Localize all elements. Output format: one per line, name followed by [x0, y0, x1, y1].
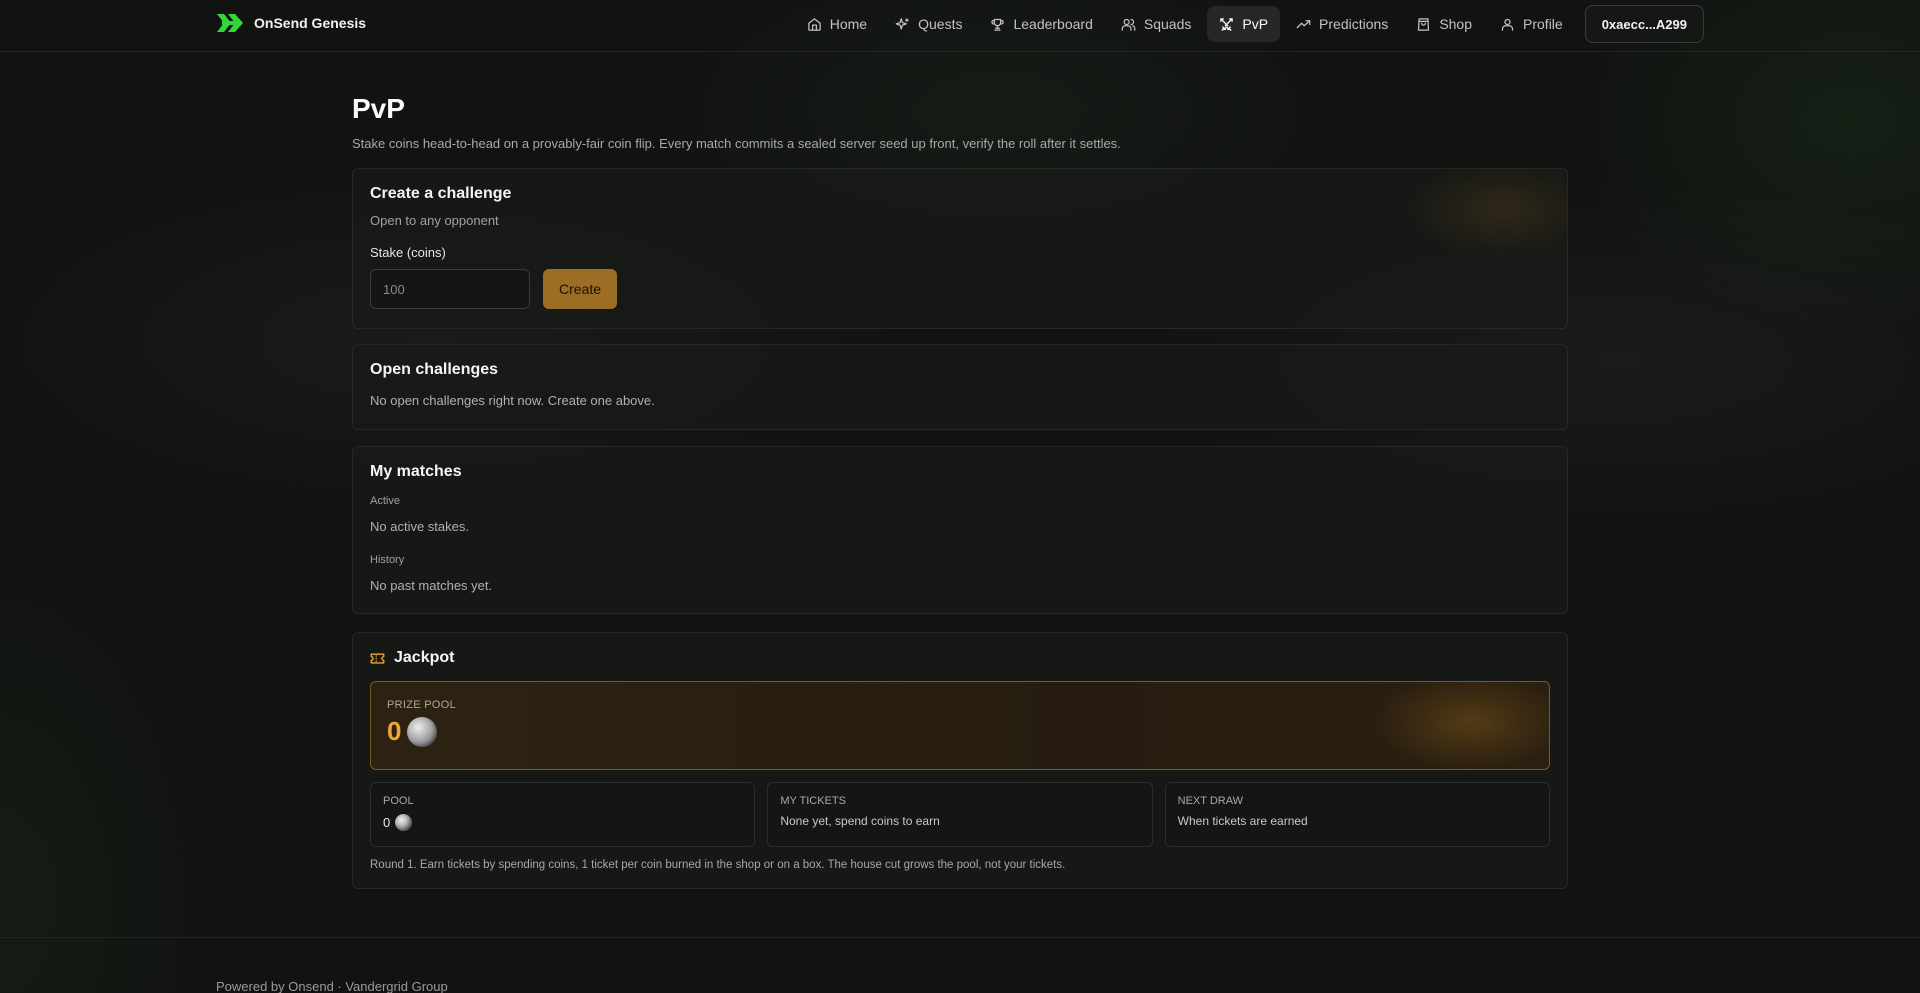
page-title: PvP	[352, 93, 405, 124]
stake-input[interactable]	[370, 269, 530, 309]
nav-item-label: Leaderboard	[1013, 16, 1093, 32]
double-chevron-logo-icon	[216, 12, 246, 34]
users-icon	[1121, 17, 1136, 32]
stat-value: 0	[383, 815, 391, 830]
create-challenge-card: Create a challenge Open to any opponent …	[352, 168, 1568, 329]
jackpot-header: Jackpot	[370, 649, 1550, 667]
nav-item-label: Shop	[1439, 16, 1473, 32]
wallet-button[interactable]: 0xaecc...A299	[1584, 5, 1704, 43]
create-challenge-subtitle: Open to any opponent	[370, 213, 499, 228]
active-empty: No active stakes.	[370, 519, 469, 534]
trophy-icon	[990, 17, 1005, 32]
stat-label: NEXT DRAW	[1177, 795, 1244, 807]
nav-item-label: Quests	[918, 16, 963, 32]
stat-label: MY TICKETS	[780, 795, 846, 807]
sparkle-icon	[895, 17, 910, 32]
create-challenge-title: Create a challenge	[370, 185, 512, 202]
nav-item-label: PvP	[1242, 16, 1269, 32]
footer-divider	[0, 937, 1920, 938]
coin-icon	[395, 814, 413, 831]
jackpot-stats: POOL 0 MY TICKETS None yet, spend coins …	[370, 782, 1550, 847]
nav-item-label: Predictions	[1319, 16, 1389, 32]
prize-pool-label: PRIZE POOL	[387, 699, 457, 711]
nav-item-label: Squads	[1143, 16, 1192, 32]
coin-icon	[407, 716, 438, 747]
my-matches-title: My matches	[370, 463, 462, 480]
create-button[interactable]: Create	[543, 269, 618, 309]
stat-value-row: 0	[383, 814, 742, 831]
stat-label: POOL	[383, 795, 414, 807]
nav-item-quests[interactable]: Quests	[883, 6, 974, 42]
main-nav: Home Quests Leaderboard Squads PvP Predi…	[795, 5, 1704, 43]
stat-my-tickets: MY TICKETS None yet, spend coins to earn	[767, 782, 1153, 847]
history-empty: No past matches yet.	[370, 578, 493, 593]
home-icon	[807, 17, 822, 32]
history-label: History	[370, 554, 405, 566]
active-label: Active	[370, 495, 400, 507]
prize-pool-value-row: 0	[387, 716, 1533, 747]
footer-text: Powered by Onsend · Vandergrid Group	[216, 979, 448, 993]
open-challenges-card: Open challenges No open challenges right…	[352, 344, 1568, 430]
nav-item-label: Profile	[1523, 16, 1563, 32]
page-subtitle: Stake coins head-to-head on a provably-f…	[352, 136, 1121, 151]
top-navbar: OnSend Genesis Home Quests Leaderboard S…	[0, 0, 1920, 52]
nav-item-squads[interactable]: Squads	[1109, 6, 1203, 42]
pvp-page: PvP Stake coins head-to-head on a provab…	[352, 88, 1568, 889]
nav-item-leaderboard[interactable]: Leaderboard	[978, 6, 1104, 42]
shopping-bag-icon	[1416, 17, 1431, 32]
stake-row: Create	[370, 269, 1550, 309]
brand-name: OnSend Genesis	[254, 15, 367, 31]
jackpot-footnote: Round 1. Earn tickets by spending coins,…	[370, 859, 1066, 871]
stat-pool: POOL 0	[370, 782, 756, 847]
stake-label: Stake (coins)	[370, 245, 446, 260]
open-challenges-title: Open challenges	[370, 361, 499, 378]
jackpot-title: Jackpot	[394, 649, 455, 666]
open-challenges-empty: No open challenges right now. Create one…	[370, 393, 655, 408]
nav-item-profile[interactable]: Profile	[1488, 6, 1575, 42]
stat-next-draw: NEXT DRAW When tickets are earned	[1164, 782, 1550, 847]
jackpot-card: Jackpot PRIZE POOL 0 POOL 0 MY TICKETS N…	[352, 632, 1568, 889]
nav-item-shop[interactable]: Shop	[1404, 6, 1484, 42]
prize-pool-panel: PRIZE POOL 0	[370, 681, 1550, 770]
prize-pool-value: 0	[387, 716, 402, 746]
nav-item-pvp[interactable]: PvP	[1207, 6, 1281, 42]
nav-item-predictions[interactable]: Predictions	[1284, 6, 1400, 42]
brand[interactable]: OnSend Genesis	[216, 12, 366, 34]
swords-icon	[1219, 17, 1234, 32]
nav-item-label: Home	[829, 16, 868, 32]
nav-item-home[interactable]: Home	[795, 6, 879, 42]
ticket-icon	[370, 652, 385, 665]
trending-up-icon	[1296, 17, 1311, 32]
stat-value: When tickets are earned	[1177, 814, 1308, 828]
user-icon	[1500, 17, 1515, 32]
my-matches-card: My matches Active No active stakes. Hist…	[352, 446, 1568, 614]
stat-value: None yet, spend coins to earn	[780, 814, 940, 828]
